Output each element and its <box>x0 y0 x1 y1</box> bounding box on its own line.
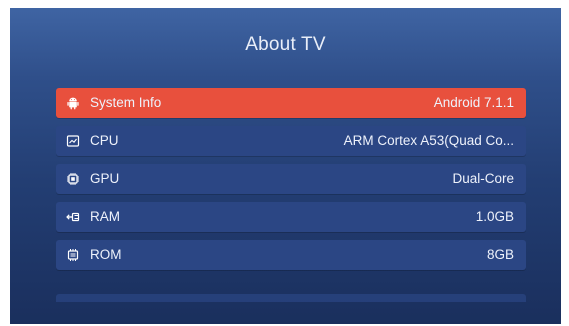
gpu-chip-icon <box>66 172 80 186</box>
item-value: ARM Cortex A53(Quad Co... <box>343 133 514 148</box>
list-item-rom[interactable]: ROM 8GB <box>56 240 526 270</box>
next-list-item-partial <box>56 294 526 302</box>
item-label: System Info <box>90 95 162 110</box>
android-icon <box>66 96 80 110</box>
list-item-system-info[interactable]: System Info Android 7.1.1 <box>56 88 526 118</box>
cpu-icon <box>66 134 80 148</box>
item-value: 8GB <box>486 247 514 262</box>
rom-icon <box>66 248 80 262</box>
list-item-gpu[interactable]: GPU Dual-Core <box>56 164 526 194</box>
item-value: Android 7.1.1 <box>433 95 514 110</box>
list-item-ram[interactable]: RAM 1.0GB <box>56 202 526 232</box>
item-label: RAM <box>90 209 120 224</box>
item-label: GPU <box>90 171 120 186</box>
list-item-cpu[interactable]: CPU ARM Cortex A53(Quad Co... <box>56 126 526 156</box>
about-tv-panel: About TV System Info Android 7.1.1 CPU A… <box>10 8 561 324</box>
info-list: System Info Android 7.1.1 CPU ARM Cortex… <box>56 88 526 278</box>
ram-icon <box>66 210 80 224</box>
page-title: About TV <box>245 34 326 55</box>
item-value: Dual-Core <box>452 171 514 186</box>
item-label: ROM <box>90 247 122 262</box>
item-label: CPU <box>90 133 119 148</box>
item-value: 1.0GB <box>475 209 514 224</box>
screen: About TV System Info Android 7.1.1 CPU A… <box>0 0 569 326</box>
